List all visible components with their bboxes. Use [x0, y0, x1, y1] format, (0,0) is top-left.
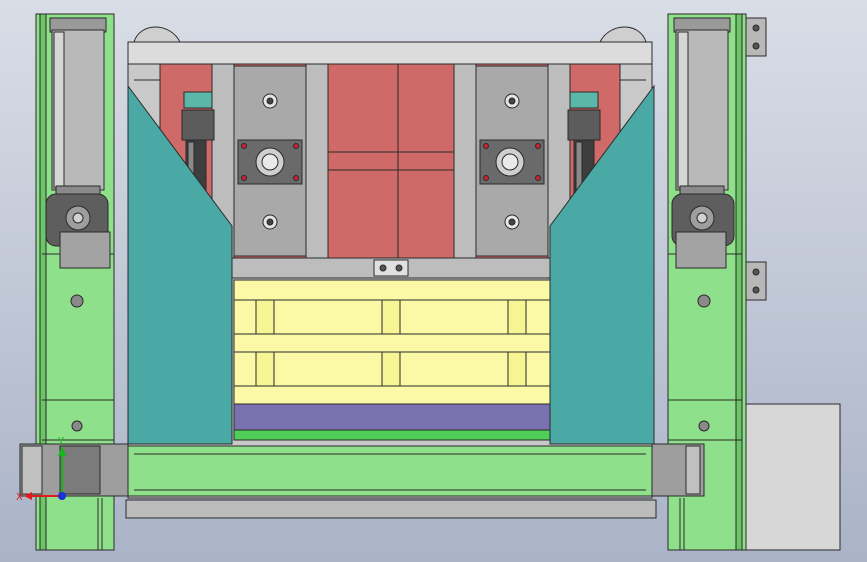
- cad-viewport[interactable]: X Y: [0, 0, 867, 562]
- base-plate: [125, 499, 657, 519]
- x-axis-label: X: [16, 492, 23, 503]
- y-axis-label: Y: [57, 436, 65, 447]
- left-motor-plate: [233, 65, 307, 257]
- right-mount-bracket-mid: [745, 261, 767, 301]
- left-lift-cylinder: [45, 17, 111, 269]
- purple-belt: [233, 403, 551, 431]
- right-roller-bearing: [651, 443, 705, 497]
- green-strip: [233, 429, 551, 441]
- z-axis-origin: [58, 492, 66, 500]
- yellow-slat-conveyor: [233, 279, 551, 405]
- right-mount-bracket-top: [745, 17, 767, 57]
- left-roller-bearing: [19, 443, 133, 497]
- machine-assembly-drawing: X Y: [0, 0, 867, 562]
- right-motor-plate: [475, 65, 549, 257]
- control-box: [745, 403, 841, 551]
- right-lift-cylinder: [671, 17, 735, 269]
- bottom-green-roller: [127, 445, 653, 497]
